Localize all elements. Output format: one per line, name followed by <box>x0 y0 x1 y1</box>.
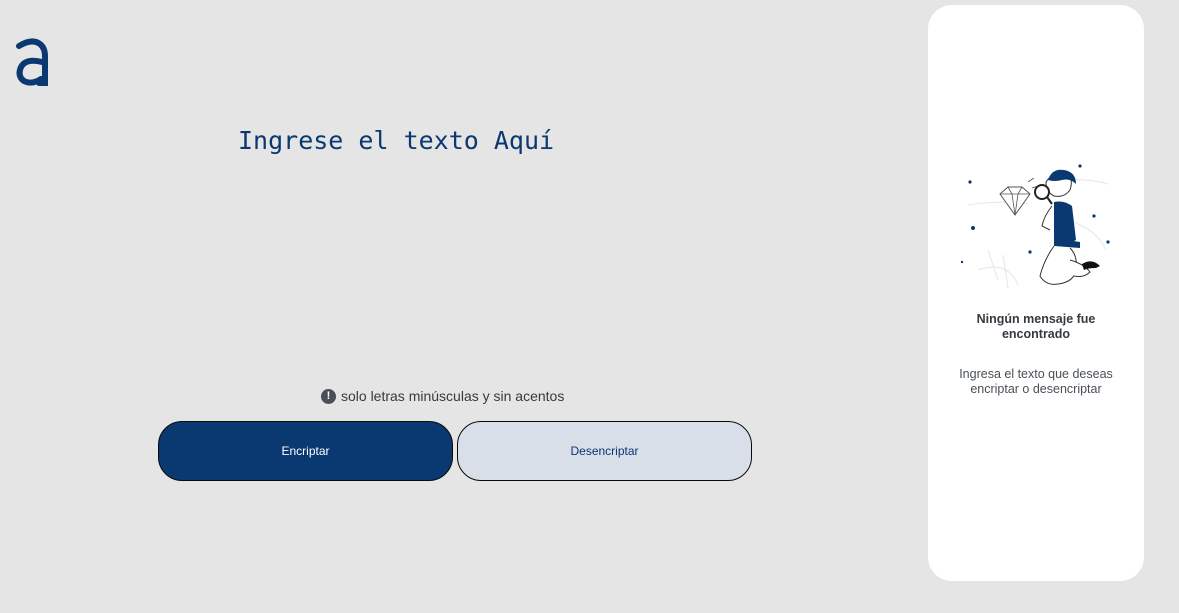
alura-logo-icon[interactable] <box>14 38 50 88</box>
output-panel: Ningún mensaje fue encontrado Ingresa el… <box>928 5 1144 581</box>
input-hint: ! solo letras minúsculas y sin acentos <box>321 388 564 404</box>
hint-text: solo letras minúsculas y sin acentos <box>341 388 565 404</box>
encrypt-button[interactable]: Encriptar <box>158 421 453 481</box>
decrypt-button[interactable]: Desencriptar <box>457 421 752 481</box>
empty-state-title: Ningún mensaje fue encontrado <box>976 312 1096 341</box>
person-magnifying-glass-diamond-illustration <box>960 164 1110 289</box>
exclamation-circle-icon: ! <box>321 388 336 404</box>
empty-state-description: Ingresa el texto que deseas encriptar o … <box>959 367 1113 396</box>
page: ! solo letras minúsculas y sin acentos E… <box>0 0 1179 613</box>
message-input[interactable] <box>238 124 798 354</box>
